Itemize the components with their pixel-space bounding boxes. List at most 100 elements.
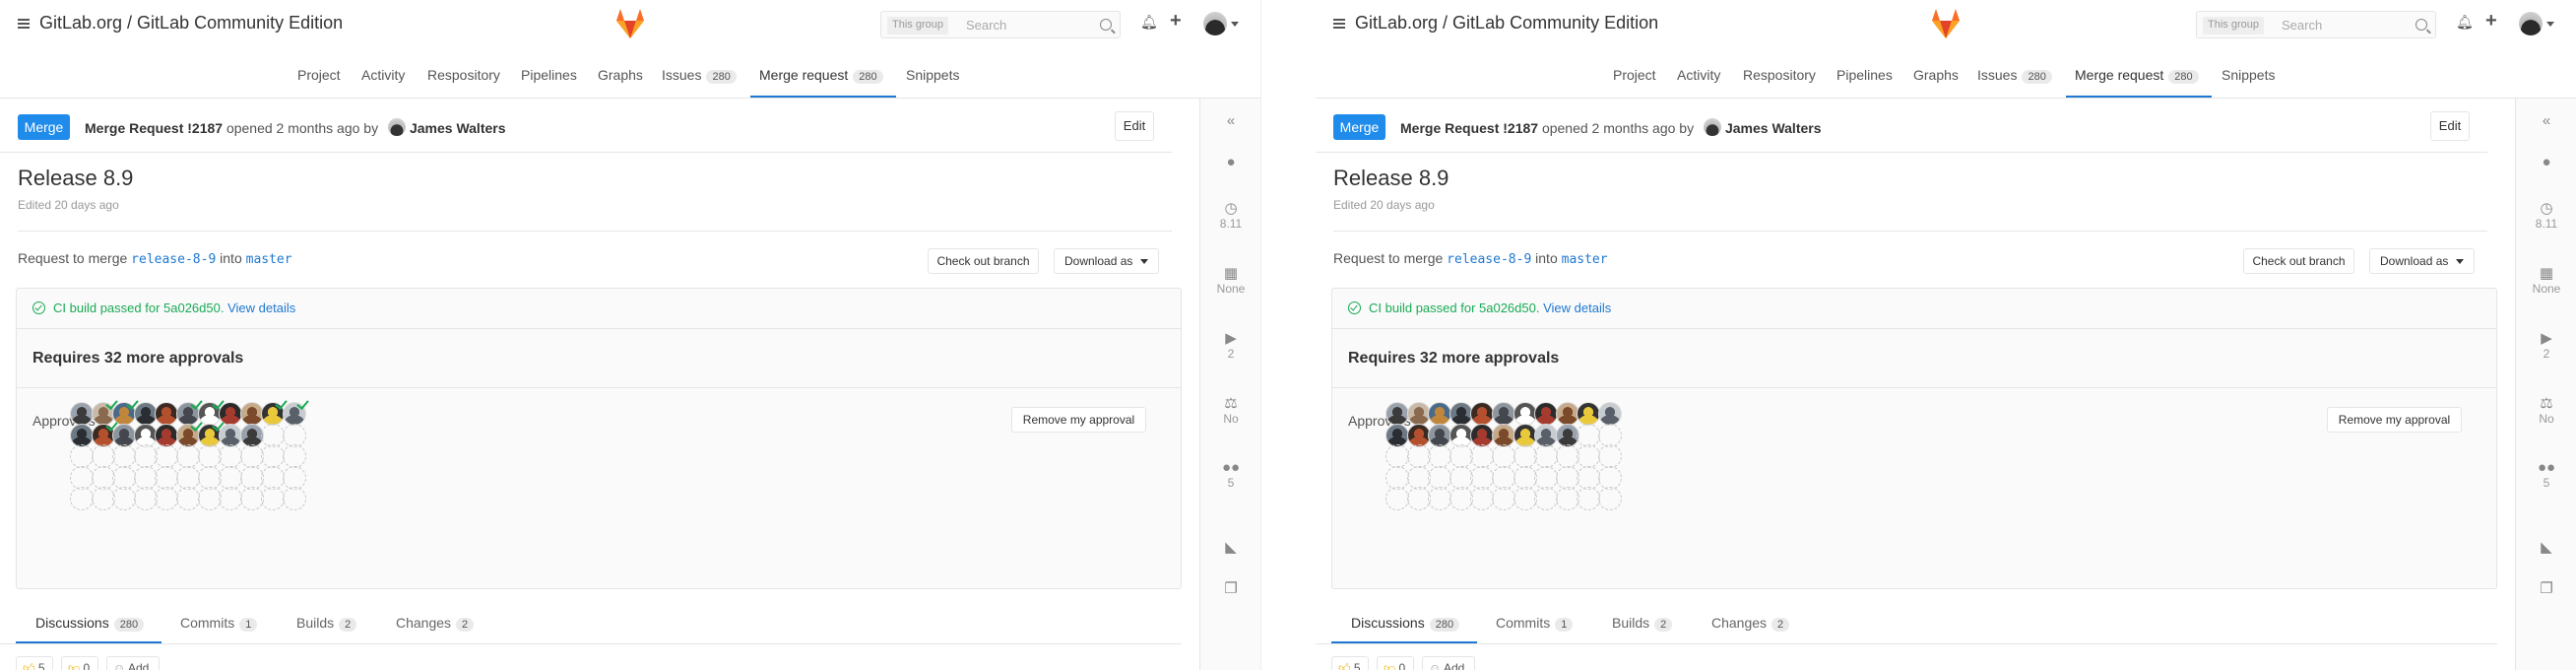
plus-icon[interactable]: + <box>1170 10 1182 33</box>
approver-avatar[interactable] <box>1492 402 1515 426</box>
mr-author-link[interactable]: James Walters <box>410 120 506 136</box>
approver-avatar[interactable] <box>133 402 158 426</box>
sidebar-participants[interactable]: ●● 5 <box>2516 459 2576 490</box>
approver-avatar[interactable] <box>155 402 179 426</box>
approver-avatar[interactable] <box>70 402 94 426</box>
approver-avatar[interactable] <box>1449 402 1473 426</box>
nav-pipelines[interactable]: Pipelines <box>1836 67 1893 83</box>
approver-avatar[interactable] <box>1428 402 1452 426</box>
approver-avatar[interactable] <box>1385 423 1409 447</box>
nav-pipelines[interactable]: Pipelines <box>521 67 577 83</box>
approver-avatar[interactable] <box>1555 402 1579 426</box>
nav-issues[interactable]: Issues 280 <box>662 67 737 84</box>
award-thumbs-down[interactable]: 👎︎ 0 <box>1377 656 1414 670</box>
nav-project[interactable]: Project <box>1613 67 1656 83</box>
approver-avatar[interactable] <box>1406 423 1431 447</box>
check-out-branch-button[interactable]: Check out branch <box>928 248 1039 274</box>
sidebar-milestone[interactable]: ◷ 8.11 <box>2516 199 2576 231</box>
approver-avatar[interactable] <box>239 402 264 426</box>
approver-avatar[interactable] <box>1534 423 1559 447</box>
approver-avatar[interactable] <box>1449 423 1473 447</box>
mr-author-link[interactable]: James Walters <box>1725 120 1822 136</box>
tab-discussions[interactable]: Discussions 280 <box>35 615 145 632</box>
approver-avatar[interactable] <box>1555 423 1579 447</box>
target-branch[interactable]: master <box>246 252 292 267</box>
check-out-branch-button[interactable]: Check out branch <box>2243 248 2354 274</box>
rss-icon[interactable]: ◣ <box>1200 538 1260 556</box>
gitlab-logo[interactable] <box>612 7 648 40</box>
collapse-sidebar-icon[interactable]: « <box>2516 112 2576 129</box>
remove-my-approval-button[interactable]: Remove my approval <box>1011 407 1146 433</box>
user-avatar[interactable] <box>1203 12 1227 35</box>
approver-avatar[interactable] <box>1577 402 1601 426</box>
edit-button[interactable]: Edit <box>2430 111 2470 141</box>
nav-activity[interactable]: Activity <box>361 67 405 83</box>
gitlab-logo[interactable] <box>1928 7 1964 40</box>
approver-avatar[interactable] <box>70 423 94 447</box>
award-thumbs-down[interactable]: 👎︎ 0 <box>61 656 98 670</box>
download-as-dropdown[interactable]: Download as <box>2369 248 2475 274</box>
chevron-down-icon[interactable] <box>1231 22 1239 27</box>
approver-avatar[interactable] <box>1470 402 1495 426</box>
tab-changes[interactable]: Changes 2 <box>396 615 475 632</box>
nav-project[interactable]: Project <box>297 67 341 83</box>
tab-commits[interactable]: Commits 1 <box>180 615 258 632</box>
nav-activity[interactable]: Activity <box>1677 67 1720 83</box>
approver-avatar[interactable] <box>1513 423 1537 447</box>
nav-merge-requests[interactable]: Merge request 280 <box>2075 67 2199 84</box>
nav-issues[interactable]: Issues 280 <box>1977 67 2052 84</box>
source-branch[interactable]: release-8-9 <box>1447 252 1531 267</box>
award-thumbs-up[interactable]: 👍︎ 5 <box>1331 656 1369 670</box>
approver-avatar[interactable] <box>1470 423 1495 447</box>
sidebar-milestone[interactable]: ◷ 8.11 <box>1200 199 1260 231</box>
hamburger-menu-icon[interactable] <box>18 19 30 29</box>
view-details-link[interactable]: View details <box>227 301 295 315</box>
assignee-icon[interactable]: ● <box>2516 154 2576 170</box>
approver-avatar[interactable] <box>1534 402 1559 426</box>
approver-avatar[interactable] <box>1385 402 1409 426</box>
nav-graphs[interactable]: Graphs <box>1913 67 1959 83</box>
hamburger-menu-icon[interactable] <box>1333 19 1345 29</box>
remove-my-approval-button[interactable]: Remove my approval <box>2327 407 2462 433</box>
approver-avatar[interactable] <box>1492 423 1515 447</box>
sidebar-due-date[interactable]: ▦ None <box>1200 264 1260 296</box>
approver-avatar[interactable] <box>1513 402 1537 426</box>
approver-avatar[interactable] <box>1598 402 1622 426</box>
nav-repository[interactable]: Respository <box>427 67 500 83</box>
view-details-link[interactable]: View details <box>1543 301 1611 315</box>
edit-button[interactable]: Edit <box>1115 111 1154 141</box>
chevron-down-icon[interactable] <box>2546 22 2554 27</box>
target-branch[interactable]: master <box>1562 252 1608 267</box>
add-award-button[interactable]: ☺ Add <box>1422 656 1475 670</box>
source-branch[interactable]: release-8-9 <box>131 252 216 267</box>
add-award-button[interactable]: ☺ Add <box>106 656 160 670</box>
tab-discussions[interactable]: Discussions 280 <box>1351 615 1460 632</box>
copy-icon[interactable]: ❐ <box>1200 579 1260 597</box>
nav-snippets[interactable]: Snippets <box>2222 67 2275 83</box>
award-thumbs-up[interactable]: 👍︎ 5 <box>16 656 53 670</box>
user-avatar[interactable] <box>2519 12 2543 35</box>
sidebar-lock[interactable]: ⚖ No <box>2516 394 2576 426</box>
collapse-sidebar-icon[interactable]: « <box>1200 112 1260 129</box>
tab-builds[interactable]: Builds 2 <box>296 615 357 632</box>
tab-commits[interactable]: Commits 1 <box>1496 615 1574 632</box>
approver-avatar[interactable] <box>239 423 264 447</box>
sidebar-due-date[interactable]: ▦ None <box>2516 264 2576 296</box>
nav-snippets[interactable]: Snippets <box>906 67 959 83</box>
approver-avatar[interactable] <box>133 423 158 447</box>
download-as-dropdown[interactable]: Download as <box>1054 248 1159 274</box>
approver-avatar[interactable] <box>112 423 137 447</box>
approver-avatar[interactable] <box>1428 423 1452 447</box>
approver-avatar[interactable] <box>219 423 243 447</box>
assignee-icon[interactable]: ● <box>1200 154 1260 170</box>
bell-icon[interactable]: 🔔︎ <box>1140 14 1158 30</box>
author-avatar[interactable] <box>1703 118 1721 136</box>
sidebar-labels[interactable]: ▶ 2 <box>2516 329 2576 361</box>
search-input[interactable]: This group Search <box>880 11 1121 38</box>
plus-icon[interactable]: + <box>2485 10 2497 33</box>
rss-icon[interactable]: ◣ <box>2516 538 2576 556</box>
sidebar-labels[interactable]: ▶ 2 <box>1200 329 1260 361</box>
tab-changes[interactable]: Changes 2 <box>1711 615 1790 632</box>
bell-icon[interactable]: 🔔︎ <box>2456 14 2474 30</box>
search-input[interactable]: This group Search <box>2196 11 2436 38</box>
